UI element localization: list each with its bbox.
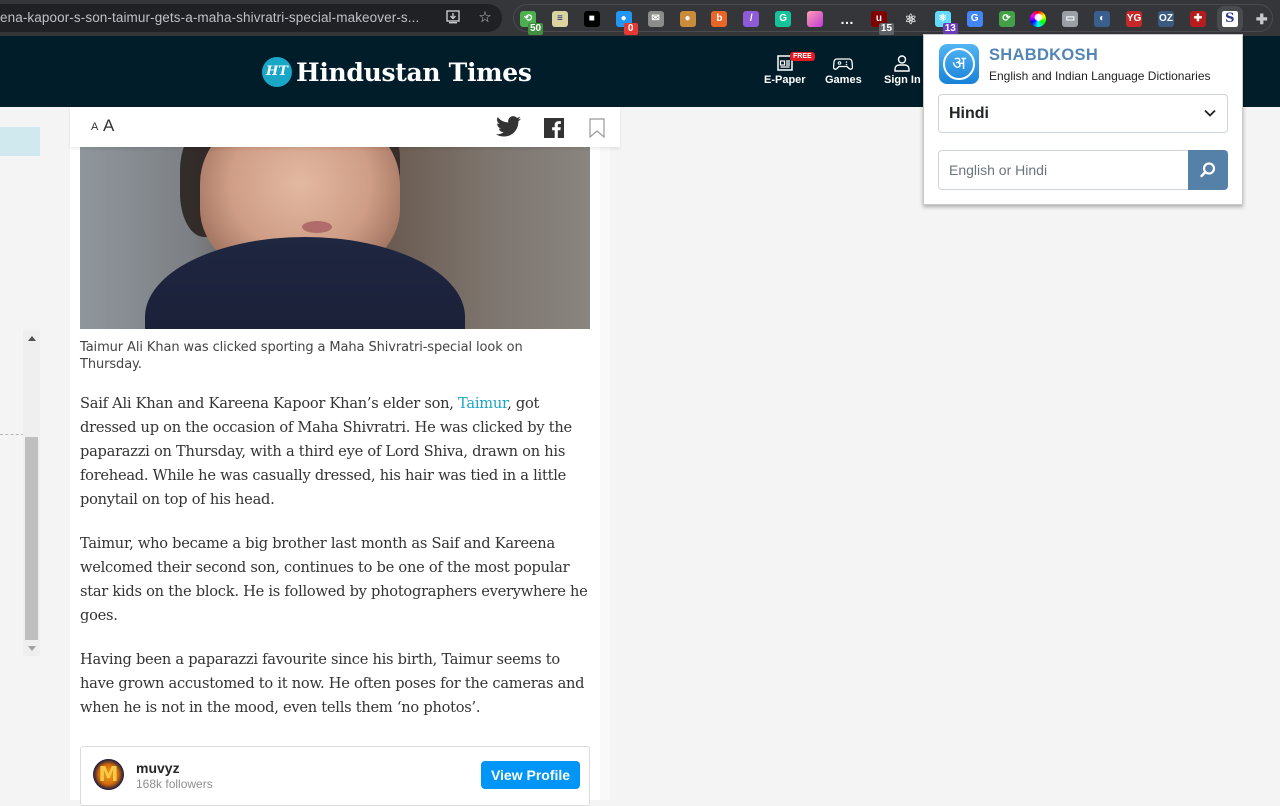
react-devtools-icon[interactable]: ⚛ xyxy=(903,11,919,27)
oz-extension-icon[interactable]: OZ xyxy=(1158,11,1174,27)
embed-followers: 168k followers xyxy=(136,777,213,791)
paragraph-text: Saif Ali Khan and Kareena Kapoor Khan’s … xyxy=(80,395,459,412)
color-wheel-icon[interactable]: ✺ xyxy=(1030,11,1047,27)
cookie-extension-icon[interactable]: ● xyxy=(679,11,696,27)
user-icon xyxy=(894,55,911,72)
decrease-font-button[interactable]: A xyxy=(91,121,98,133)
shabdkosh-extension-icon[interactable]: S xyxy=(1216,6,1243,32)
nav-games[interactable]: Games xyxy=(825,54,862,86)
embed-username[interactable]: muvyz xyxy=(136,760,180,776)
b-extension-icon[interactable]: b xyxy=(711,11,728,27)
url-text[interactable]: ena-kapoor-s-son-taimur-gets-a-maha-shiv… xyxy=(0,10,419,25)
install-app-icon[interactable] xyxy=(444,9,462,27)
extension-badge: 0 xyxy=(623,23,638,35)
article-edge xyxy=(600,145,610,800)
logo-badge: HT xyxy=(262,57,292,87)
shabdkosh-logo-icon: अ xyxy=(939,44,979,84)
scrollbar-thumb[interactable] xyxy=(25,437,38,640)
popup-title: SHABDKOSH xyxy=(989,46,1099,64)
article-paragraph: Saif Ali Khan and Kareena Kapoor Khan’s … xyxy=(80,392,595,512)
browser-toolbar: ena-kapoor-s-son-taimur-gets-a-maha-shiv… xyxy=(0,0,1280,36)
google-translate-icon[interactable]: G xyxy=(966,11,983,27)
image-detail xyxy=(145,237,465,329)
dictionary-search-input[interactable] xyxy=(938,150,1188,190)
share-toolbar: A A xyxy=(70,107,620,147)
nav-signin[interactable]: Sign In xyxy=(884,54,921,86)
selected-language: Hindi xyxy=(949,105,989,122)
feather-extension-icon[interactable]: / xyxy=(743,11,760,27)
image-caption: Taimur Ali Khan was clicked sporting a M… xyxy=(80,340,523,372)
logo-glyph: अ xyxy=(943,48,975,80)
shabdkosh-popup: अ SHABDKOSH English and Indian Language … xyxy=(923,34,1243,205)
search-button[interactable] xyxy=(1188,150,1228,190)
crest-extension-icon[interactable]: ✚ xyxy=(1189,11,1206,27)
logo-text: Hindustan Times xyxy=(296,57,532,87)
scroll-up-arrow-icon[interactable] xyxy=(28,336,36,341)
gamepad-icon xyxy=(833,58,854,70)
mail-extension-icon[interactable]: ✉ xyxy=(647,11,664,27)
sidebar-highlight[interactable] xyxy=(0,127,40,156)
extension-badge: 15 xyxy=(878,23,895,35)
address-bar[interactable]: ena-kapoor-s-son-taimur-gets-a-maha-shiv… xyxy=(0,4,502,32)
bookmark-star-icon[interactable]: ☆ xyxy=(476,9,494,27)
square-extension-icon[interactable]: ■ xyxy=(583,11,600,27)
ellipsis-extension-icon[interactable]: … xyxy=(839,11,855,27)
taimur-link[interactable]: Taimur xyxy=(458,395,507,412)
chevron-down-icon xyxy=(1203,106,1217,125)
circle-extension-icon[interactable]: ◐ xyxy=(1094,11,1111,27)
language-select[interactable]: Hindi xyxy=(938,94,1228,133)
sidebar-scrollbar[interactable] xyxy=(23,330,40,656)
bookmark-icon[interactable] xyxy=(589,118,605,143)
image-detail xyxy=(302,221,332,233)
popup-subtitle: English and Indian Language Dictionaries xyxy=(989,69,1211,83)
extension-badge: 50 xyxy=(528,23,544,35)
avatar[interactable]: M xyxy=(93,759,124,790)
nav-label: Sign In xyxy=(884,74,921,86)
refresh-extension-icon[interactable]: ⟳ xyxy=(998,11,1015,27)
facebook-icon[interactable] xyxy=(544,118,564,143)
nav-label: Games xyxy=(825,74,862,86)
scroll-down-arrow-icon[interactable] xyxy=(28,646,36,651)
nav-label: E-Paper xyxy=(764,74,806,86)
view-profile-button[interactable]: View Profile xyxy=(481,761,580,789)
yg-extension-icon[interactable]: YG xyxy=(1126,11,1143,27)
site-logo[interactable]: HT Hindustan Times xyxy=(262,57,532,87)
search-icon xyxy=(1200,162,1216,178)
twitter-icon[interactable] xyxy=(496,116,521,142)
extensions-toolbar: ⟲ 50 ≡ ■ ● 0 ✉ ● b / G… u 15 ⚛ ⚛ 13 G ⟳ ✺ ▭ ◐ YG OZ ✚ S ✚ xyxy=(513,4,1273,35)
free-badge: FREE xyxy=(790,52,815,61)
window-extension-icon[interactable]: ▭ xyxy=(1062,11,1079,27)
notepad-extension-icon[interactable]: ≡ xyxy=(551,11,568,27)
increase-font-button[interactable]: A xyxy=(103,116,114,136)
article-image[interactable] xyxy=(80,147,590,329)
gradient-extension-icon[interactable] xyxy=(807,11,824,27)
grammarly-extension-icon[interactable]: G xyxy=(775,11,792,27)
article-paragraph: Taimur, who became a big brother last mo… xyxy=(80,535,588,624)
instagram-embed: M muvyz 168k followers View Profile xyxy=(80,746,590,806)
puzzle-extensions-icon[interactable]: ✚ xyxy=(1254,11,1270,27)
article-paragraph: Having been a paparazzi favourite since … xyxy=(80,651,585,716)
